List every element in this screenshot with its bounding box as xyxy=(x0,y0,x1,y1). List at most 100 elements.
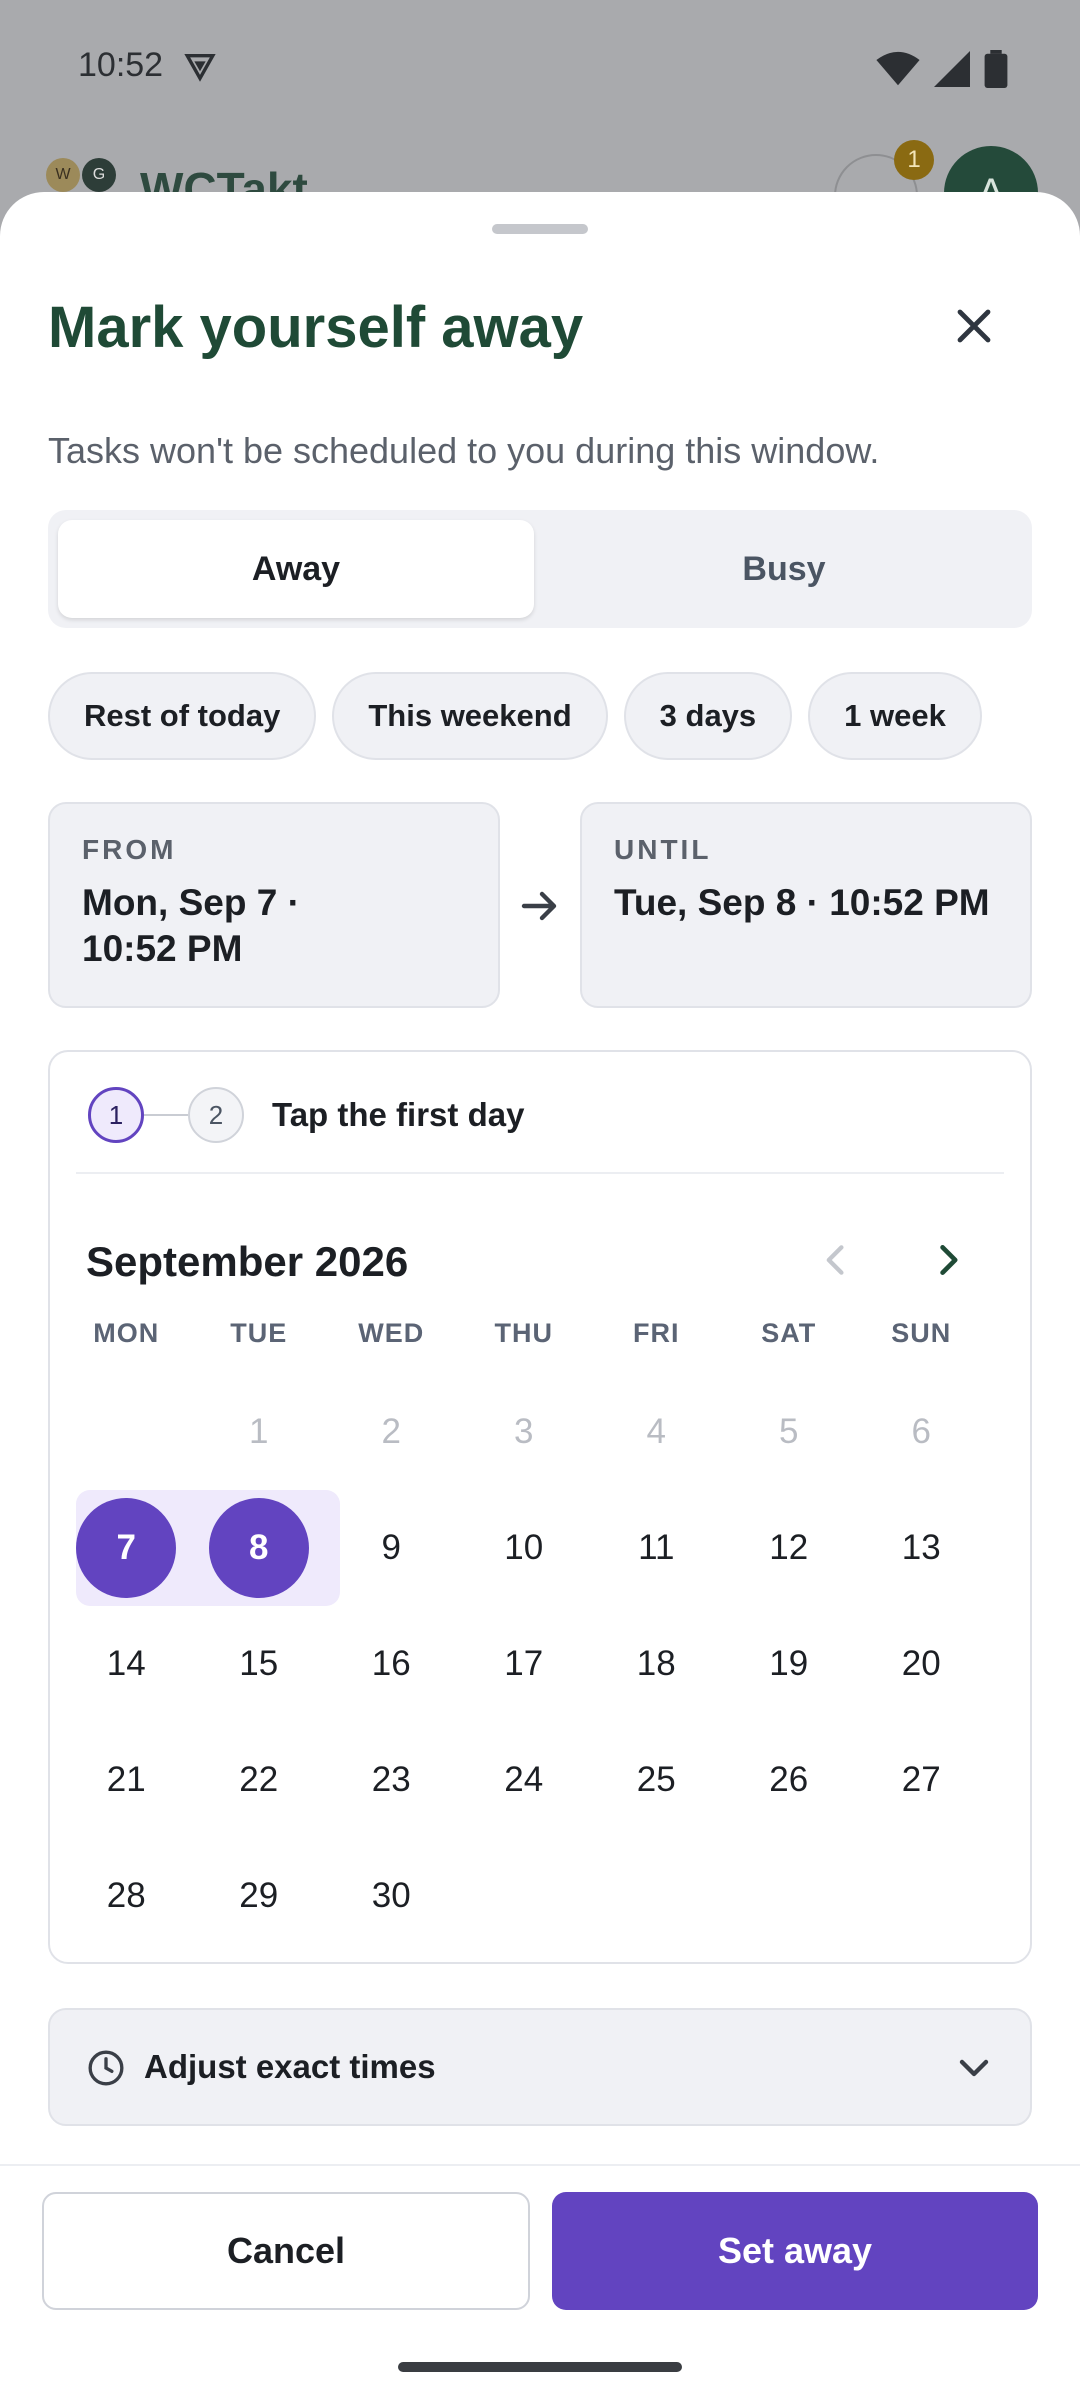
calendar-week: 21 22 23 24 25 26 27 xyxy=(60,1722,988,1838)
app-logo-w: W xyxy=(46,158,80,192)
calendar-week: 14 15 16 17 18 19 20 xyxy=(60,1606,988,1722)
sheet-subtitle: Tasks won't be scheduled to you during t… xyxy=(48,430,880,471)
status-time: 10:52 xyxy=(78,46,164,84)
calendar-day-8[interactable]: 8 xyxy=(193,1490,326,1606)
calendar-week: 7 8 9 10 11 12 13 xyxy=(60,1490,988,1606)
calendar-day-12[interactable]: 12 xyxy=(723,1490,856,1606)
battery-icon xyxy=(984,50,1008,88)
calendar-empty-cell xyxy=(458,1838,591,1954)
calendar-empty-cell xyxy=(855,1838,988,1954)
weekday-sat: SAT xyxy=(761,1318,817,1348)
preset-chips: Rest of today This weekend 3 days 1 week xyxy=(48,672,982,760)
calendar-day-29[interactable]: 29 xyxy=(193,1838,326,1954)
calendar-day-1: 1 xyxy=(249,1412,269,1451)
close-button[interactable] xyxy=(944,296,1004,356)
step-2: 2 xyxy=(188,1087,244,1143)
calendar-day-24[interactable]: 24 xyxy=(458,1722,591,1838)
calendar-empty-cell xyxy=(723,1838,856,1954)
calendar-day-30[interactable]: 30 xyxy=(325,1838,458,1954)
calendar-day-3: 3 xyxy=(514,1412,534,1451)
chevron-left-icon xyxy=(826,1245,844,1275)
adjust-times-toggle[interactable]: Adjust exact times xyxy=(48,2008,1032,2126)
calendar-day-19[interactable]: 19 xyxy=(723,1606,856,1722)
away-bottom-sheet: Mark yourself away Tasks won't be schedu… xyxy=(0,192,1080,2400)
weekday-fri: FRI xyxy=(633,1318,680,1348)
calendar-day-6: 6 xyxy=(911,1412,931,1451)
chip-3-days[interactable]: 3 days xyxy=(623,672,793,760)
calendar-day-15[interactable]: 15 xyxy=(193,1606,326,1722)
until-label: UNTIL xyxy=(614,834,712,865)
calendar-day-9[interactable]: 9 xyxy=(325,1490,458,1606)
calendar-empty-cell xyxy=(590,1838,723,1954)
calendar-day-17[interactable]: 17 xyxy=(458,1606,591,1722)
calendar-day-26[interactable]: 26 xyxy=(723,1722,856,1838)
next-month-button[interactable] xyxy=(918,1230,978,1290)
calendar-day-4: 4 xyxy=(646,1412,666,1451)
sheet-title: Mark yourself away xyxy=(48,295,584,360)
weekday-mon: MON xyxy=(93,1318,160,1348)
cancel-button[interactable]: Cancel xyxy=(42,2192,530,2310)
home-indicator[interactable] xyxy=(398,2362,682,2372)
status-bar: 10:52 xyxy=(0,0,1080,140)
calendar-week: 28 29 30 xyxy=(60,1838,988,1954)
until-value: Tue, Sep 8 · 10:52 PM xyxy=(614,882,990,923)
calendar-week: 1 2 3 4 5 6 xyxy=(60,1374,988,1490)
calendar-day-21[interactable]: 21 xyxy=(60,1722,193,1838)
chip-1-week[interactable]: 1 week xyxy=(808,672,982,760)
calendar-day-14[interactable]: 14 xyxy=(60,1606,193,1722)
arrow-right-icon xyxy=(521,891,557,921)
chip-rest-of-today[interactable]: Rest of today xyxy=(48,672,317,760)
divider xyxy=(76,1172,1004,1174)
notification-badge: 1 xyxy=(894,140,934,180)
until-date-box[interactable]: UNTIL Tue, Sep 8 · 10:52 PM xyxy=(580,802,1032,1008)
calendar-day-10[interactable]: 10 xyxy=(458,1490,591,1606)
calendar-day-23[interactable]: 23 xyxy=(325,1722,458,1838)
calendar-day-20[interactable]: 20 xyxy=(855,1606,988,1722)
from-value-time: 10:52 PM xyxy=(82,928,243,969)
chevron-down-icon xyxy=(959,2059,989,2077)
calendar-day-16[interactable]: 16 xyxy=(325,1606,458,1722)
wifi-icon xyxy=(876,51,920,86)
calendar-day-25[interactable]: 25 xyxy=(590,1722,723,1838)
calendar-day-5: 5 xyxy=(779,1412,799,1451)
from-label: FROM xyxy=(82,834,177,865)
weekday-sun: SUN xyxy=(891,1318,952,1348)
chip-this-weekend[interactable]: This weekend xyxy=(332,672,608,760)
clock-icon xyxy=(88,2050,124,2086)
weekday-tue: TUE xyxy=(230,1318,288,1348)
from-date-box[interactable]: FROM Mon, Sep 7 · 10:52 PM xyxy=(48,802,500,1008)
weekday-header: MON TUE WED THU FRI SAT SUN xyxy=(60,1318,988,1349)
calendar-day-13[interactable]: 13 xyxy=(855,1490,988,1606)
app-logo-g: G xyxy=(82,158,116,192)
selected-day-circle: 8 xyxy=(208,1498,309,1598)
weekday-wed: WED xyxy=(358,1318,425,1348)
calendar-day-7[interactable]: 7 xyxy=(60,1490,193,1606)
calendar-day-18[interactable]: 18 xyxy=(590,1606,723,1722)
prev-month-button[interactable] xyxy=(806,1230,866,1290)
sheet-drag-handle[interactable] xyxy=(492,224,588,234)
set-away-button[interactable]: Set away xyxy=(552,2192,1038,2310)
tab-busy[interactable]: Busy xyxy=(546,520,1022,618)
adjust-times-label: Adjust exact times xyxy=(144,2048,436,2085)
calendar-day-2: 2 xyxy=(381,1412,401,1451)
calendar-day-11[interactable]: 11 xyxy=(590,1490,723,1606)
status-icons xyxy=(876,50,1008,88)
calendar-empty-cell xyxy=(60,1374,193,1490)
vpn-shield-icon xyxy=(184,53,216,82)
from-value-date: Mon, Sep 7 · xyxy=(82,882,300,923)
calendar-card: 1 2 Tap the first day September 2026 MON… xyxy=(48,1050,1032,1964)
calendar-day-27[interactable]: 27 xyxy=(855,1722,988,1838)
calendar-day-22[interactable]: 22 xyxy=(193,1722,326,1838)
selected-day-circle: 7 xyxy=(76,1498,177,1598)
step-instruction: Tap the first day xyxy=(272,1096,525,1133)
step-1: 1 xyxy=(88,1087,144,1143)
step-connector xyxy=(144,1114,188,1116)
calendar-day-28[interactable]: 28 xyxy=(60,1838,193,1954)
month-label: September 2026 xyxy=(86,1238,409,1285)
calendar-grid: 1 2 3 4 5 6 7 8 9 10 11 12 13 14 15 16 17 18 19 20 21 22 23 24 2… xyxy=(60,1374,988,1954)
mode-segmented-control: Away Busy xyxy=(48,510,1032,628)
weekday-thu: THU xyxy=(494,1318,553,1348)
tab-away[interactable]: Away xyxy=(58,520,534,618)
signal-icon xyxy=(934,51,970,87)
from-value: Mon, Sep 7 · 10:52 PM xyxy=(82,880,466,972)
